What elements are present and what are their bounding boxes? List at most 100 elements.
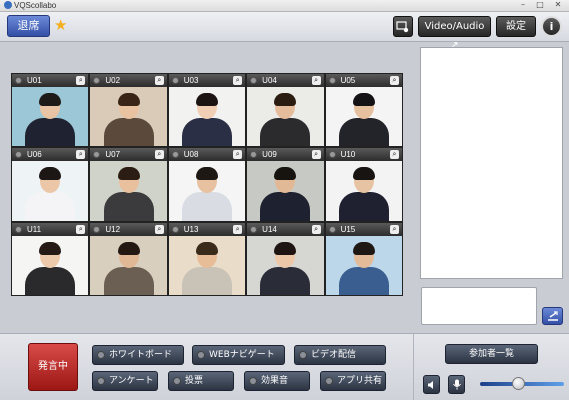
- zoom-icon[interactable]: ⌕: [311, 150, 321, 160]
- volume-thumb[interactable]: [511, 377, 525, 390]
- video-feed: [325, 87, 402, 147]
- microphone-icon: [452, 379, 461, 390]
- video-tile[interactable]: U09 ⌕: [246, 147, 325, 222]
- video-tile[interactable]: U01 ⌕: [11, 73, 90, 148]
- info-icon: i: [549, 20, 554, 33]
- video-tile-header: U11 ⌕: [12, 222, 89, 236]
- participant-label: U09: [262, 150, 277, 160]
- participant-label: U12: [105, 224, 121, 234]
- zoom-icon[interactable]: ⌕: [233, 224, 243, 234]
- video-tile-header: U09 ⌕: [247, 148, 324, 162]
- send-button[interactable]: [542, 307, 563, 325]
- app-share-button[interactable]: アプリ共有: [320, 371, 386, 391]
- zoom-icon[interactable]: ⌕: [311, 76, 321, 85]
- star-icon[interactable]: ★: [54, 16, 67, 34]
- microphone-button[interactable]: [448, 375, 465, 394]
- video-tile[interactable]: U10 ⌕: [324, 147, 403, 222]
- status-indicator-icon: [15, 225, 22, 233]
- participant-label: U08: [183, 150, 199, 160]
- video-tile-header: U14 ⌕: [247, 222, 324, 236]
- participant-label: U10: [340, 150, 356, 160]
- title-bar: VQScollabo – □ ✕: [0, 0, 569, 12]
- info-button[interactable]: i: [541, 16, 562, 37]
- video-tile[interactable]: U07 ⌕: [89, 147, 168, 222]
- video-feed: [168, 87, 246, 147]
- web-navigate-button[interactable]: WEBナビゲート: [192, 345, 285, 365]
- video-tile[interactable]: U14 ⌕: [246, 221, 325, 296]
- participant-label: U05: [340, 76, 356, 85]
- zoom-icon[interactable]: ⌕: [76, 76, 86, 85]
- speaker-icon: [427, 381, 433, 389]
- chat-log-panel: [420, 47, 563, 279]
- status-indicator-icon: [173, 377, 181, 385]
- whiteboard-button[interactable]: ホワイトボード: [92, 345, 184, 365]
- video-feed: [90, 161, 167, 221]
- speaker-button[interactable]: [423, 375, 440, 394]
- status-indicator-icon: [249, 377, 257, 385]
- vote-button[interactable]: 投票: [168, 371, 234, 391]
- minimize-button[interactable]: –: [515, 0, 531, 10]
- camera-view-button[interactable]: [393, 16, 413, 37]
- settings-button[interactable]: 設定: [496, 16, 536, 37]
- zoom-icon[interactable]: ⌕: [389, 76, 399, 85]
- zoom-icon[interactable]: ⌕: [389, 224, 399, 234]
- video-tile[interactable]: U02 ⌕: [89, 73, 168, 148]
- participant-label: U11: [27, 224, 42, 234]
- video-tile-header: U08 ⌕: [168, 148, 246, 162]
- zoom-icon[interactable]: ⌕: [76, 150, 86, 160]
- status-indicator-icon: [97, 377, 105, 385]
- video-tile-header: U15 ⌕: [325, 222, 402, 236]
- video-feed: [12, 87, 89, 147]
- close-button[interactable]: ✕: [550, 0, 566, 10]
- video-tile[interactable]: U15 ⌕: [324, 221, 403, 296]
- survey-button[interactable]: アンケート: [92, 371, 158, 391]
- volume-slider[interactable]: [480, 377, 564, 390]
- speaking-button[interactable]: 発言中: [28, 343, 78, 391]
- video-audio-button[interactable]: Video/Audio ↗: [418, 16, 491, 51]
- zoom-icon[interactable]: ⌕: [389, 150, 399, 160]
- zoom-icon[interactable]: ⌕: [233, 76, 243, 85]
- video-tile[interactable]: U11 ⌕: [11, 221, 90, 296]
- video-tile-header: U10 ⌕: [325, 148, 402, 162]
- participant-label: U06: [27, 150, 42, 160]
- video-feed: [12, 235, 89, 295]
- status-indicator-icon: [93, 225, 101, 233]
- zoom-icon[interactable]: ⌕: [76, 224, 86, 234]
- status-indicator-icon: [325, 377, 333, 385]
- video-tile[interactable]: U08 ⌕: [167, 147, 247, 222]
- zoom-icon[interactable]: ⌕: [154, 150, 164, 160]
- video-tile-header: U02 ⌕: [90, 74, 167, 87]
- status-indicator-icon: [171, 151, 179, 159]
- status-indicator-icon: [250, 151, 258, 159]
- zoom-icon[interactable]: ⌕: [154, 76, 164, 85]
- video-stream-button[interactable]: ビデオ配信: [294, 345, 386, 365]
- status-indicator-icon: [171, 225, 179, 233]
- video-tile-header: U13 ⌕: [168, 222, 246, 236]
- video-tile[interactable]: U13 ⌕: [167, 221, 247, 296]
- video-tile-header: U06 ⌕: [12, 148, 89, 162]
- exit-button[interactable]: 退席: [7, 15, 50, 37]
- video-tile[interactable]: U06 ⌕: [11, 147, 90, 222]
- video-tile[interactable]: U03 ⌕: [167, 73, 247, 148]
- zoom-icon[interactable]: ⌕: [154, 224, 164, 234]
- video-tile[interactable]: U12 ⌕: [89, 221, 168, 296]
- participant-label: U02: [105, 76, 121, 85]
- app-title: VQScollabo: [4, 1, 56, 11]
- participant-label: U14: [262, 224, 277, 234]
- sound-effects-button[interactable]: 効果音: [244, 371, 310, 391]
- zoom-icon[interactable]: ⌕: [311, 224, 321, 234]
- participants-list-button[interactable]: 参加者一覧: [445, 344, 538, 364]
- status-indicator-icon: [197, 351, 205, 359]
- video-tile[interactable]: U04 ⌕: [246, 73, 325, 148]
- video-tile[interactable]: U05 ⌕: [324, 73, 403, 148]
- bottom-control-bar: 発言中 ホワイトボード WEBナビゲート ビデオ配信 アンケート 投票 効果音 …: [0, 333, 569, 400]
- zoom-icon[interactable]: ⌕: [233, 150, 243, 160]
- send-icon: [547, 311, 558, 321]
- maximize-button[interactable]: □: [532, 0, 548, 10]
- video-feed: [325, 235, 402, 295]
- status-indicator-icon: [250, 77, 258, 84]
- chat-input[interactable]: [421, 287, 537, 325]
- status-indicator-icon: [171, 77, 179, 84]
- divider: [413, 334, 414, 400]
- video-feed: [168, 235, 246, 295]
